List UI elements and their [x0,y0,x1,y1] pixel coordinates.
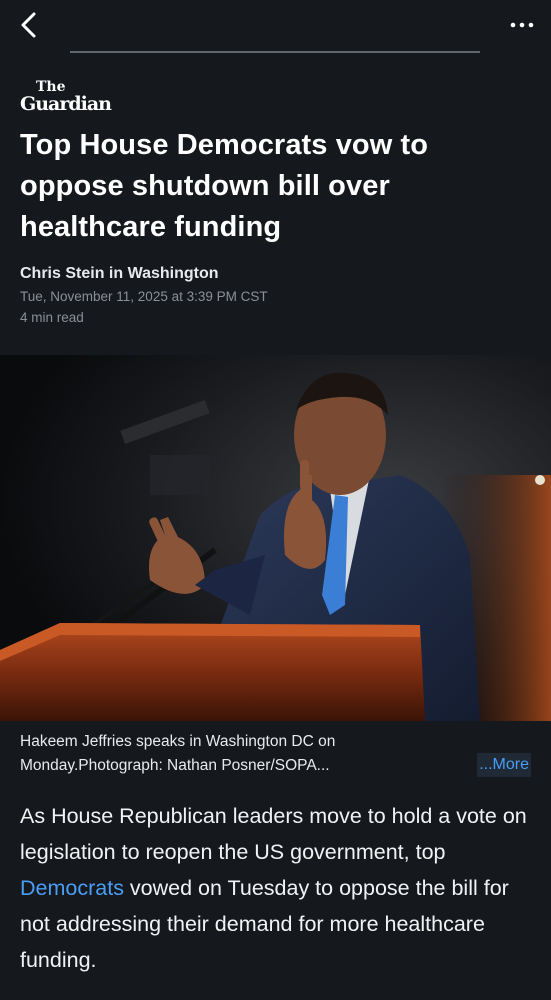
read-time: 4 min read [20,310,84,325]
article-byline[interactable]: Chris Stein in Washington [20,265,219,283]
caption-more-link[interactable]: ...More [477,753,531,777]
article-date: Tue, November 11, 2025 at 3:39 PM CST [20,289,268,304]
article-headline: Top House Democrats vow to oppose shutdo… [20,129,429,243]
svg-text:Guardian: Guardian [20,93,112,114]
article-body-paragraph: As House Republican leaders move to hold… [20,798,535,978]
body-text-start: As House Republican leaders move to hold… [20,804,527,864]
image-caption: Hakeem Jeffries speaks in Washington DC … [20,733,336,774]
back-button[interactable] [14,10,44,40]
speaker-photo [0,355,551,721]
chevron-left-icon [21,12,36,38]
democrats-link[interactable]: Democrats [20,876,124,900]
top-navigation-bar [0,0,551,52]
guardian-logo: The Guardian [20,79,113,114]
ellipsis-icon [510,22,534,28]
divider [70,51,480,53]
article-hero-image[interactable] [0,355,551,721]
more-options-button[interactable] [507,12,537,38]
